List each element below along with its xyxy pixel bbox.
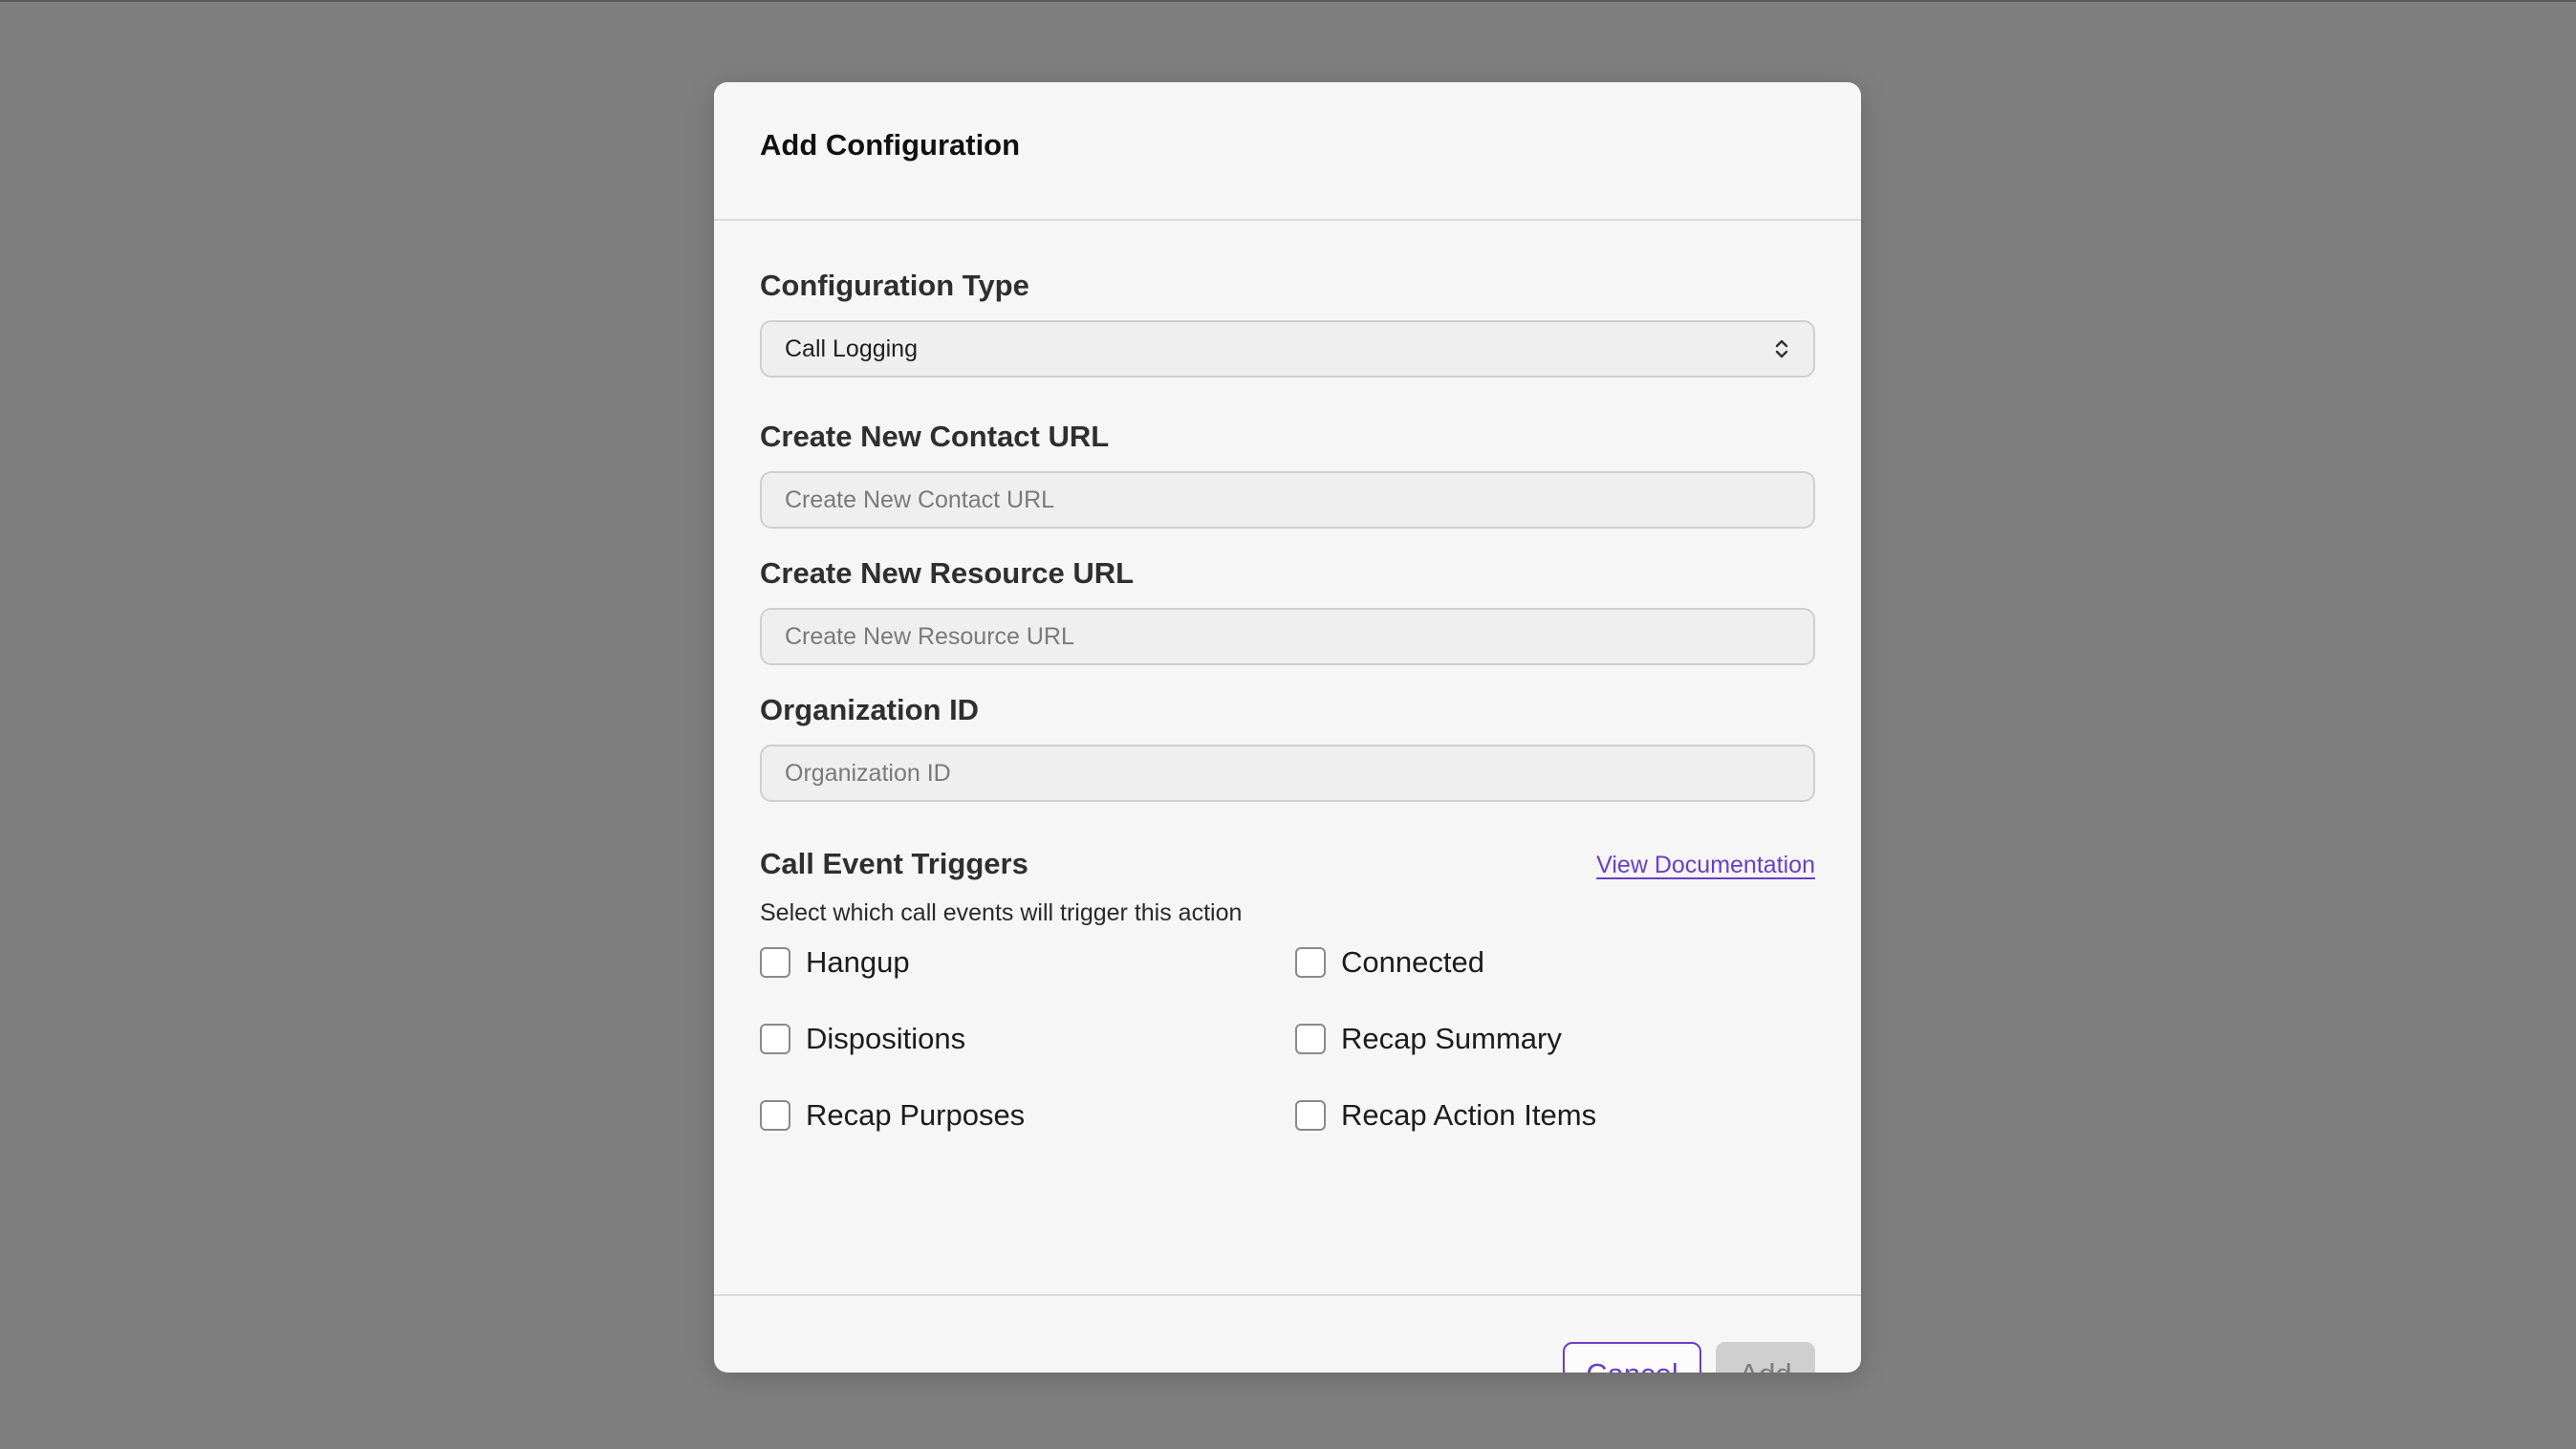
view-documentation-link[interactable]: View Documentation <box>1596 852 1815 879</box>
trigger-hangup[interactable]: Hangup <box>760 945 910 980</box>
organization-id-label: Organization ID <box>760 693 980 726</box>
contact-url-label: Create New Contact URL <box>760 420 1110 453</box>
checkbox-connected[interactable] <box>1295 947 1326 978</box>
trigger-label: Recap Purposes <box>806 1098 1026 1132</box>
organization-id-input[interactable]: Organization ID <box>760 745 1815 802</box>
trigger-connected[interactable]: Connected <box>1295 945 1484 980</box>
configuration-type-value: Call Logging <box>785 335 918 362</box>
add-button[interactable]: Add <box>1716 1342 1815 1373</box>
contact-url-input[interactable]: Create New Contact URL <box>760 471 1815 529</box>
resource-url-label: Create New Resource URL <box>760 556 1135 590</box>
checkbox-recap-purposes[interactable] <box>760 1100 790 1131</box>
trigger-recap-summary[interactable]: Recap Summary <box>1295 1022 1562 1056</box>
checkbox-recap-action-items[interactable] <box>1295 1100 1326 1131</box>
trigger-dispositions[interactable]: Dispositions <box>760 1022 965 1056</box>
resource-url-placeholder: Create New Resource URL <box>785 622 1074 650</box>
trigger-label: Connected <box>1341 945 1484 979</box>
call-event-triggers-description: Select which call events will trigger th… <box>760 899 1243 926</box>
configuration-type-label: Configuration Type <box>760 269 1029 302</box>
dialog-body: Configuration Type Call Logging Create N… <box>714 221 1861 1296</box>
contact-url-placeholder: Create New Contact URL <box>785 486 1055 513</box>
trigger-label: Dispositions <box>806 1022 966 1055</box>
trigger-recap-purposes[interactable]: Recap Purposes <box>760 1098 1025 1133</box>
checkbox-recap-summary[interactable] <box>1295 1024 1326 1054</box>
dialog-header: Add Configuration <box>714 82 1861 221</box>
window-top-edge <box>0 0 2576 2</box>
chevron-up-down-icon <box>1773 337 1790 360</box>
trigger-label: Recap Summary <box>1341 1022 1562 1055</box>
resource-url-input[interactable]: Create New Resource URL <box>760 608 1815 665</box>
configuration-type-select[interactable]: Call Logging <box>760 320 1815 378</box>
add-configuration-dialog: Add Configuration Configuration Type Cal… <box>714 82 1861 1373</box>
trigger-label: Recap Action Items <box>1341 1098 1597 1132</box>
trigger-label: Hangup <box>806 945 910 979</box>
checkbox-dispositions[interactable] <box>760 1024 790 1054</box>
cancel-button[interactable]: Cancel <box>1563 1342 1701 1373</box>
dialog-title: Add Configuration <box>760 127 1021 162</box>
checkbox-hangup[interactable] <box>760 947 790 978</box>
dialog-footer: Cancel Add <box>714 1296 1861 1373</box>
trigger-recap-action-items[interactable]: Recap Action Items <box>1295 1098 1596 1133</box>
organization-id-placeholder: Organization ID <box>785 759 951 787</box>
call-event-triggers-title: Call Event Triggers <box>760 847 1028 880</box>
